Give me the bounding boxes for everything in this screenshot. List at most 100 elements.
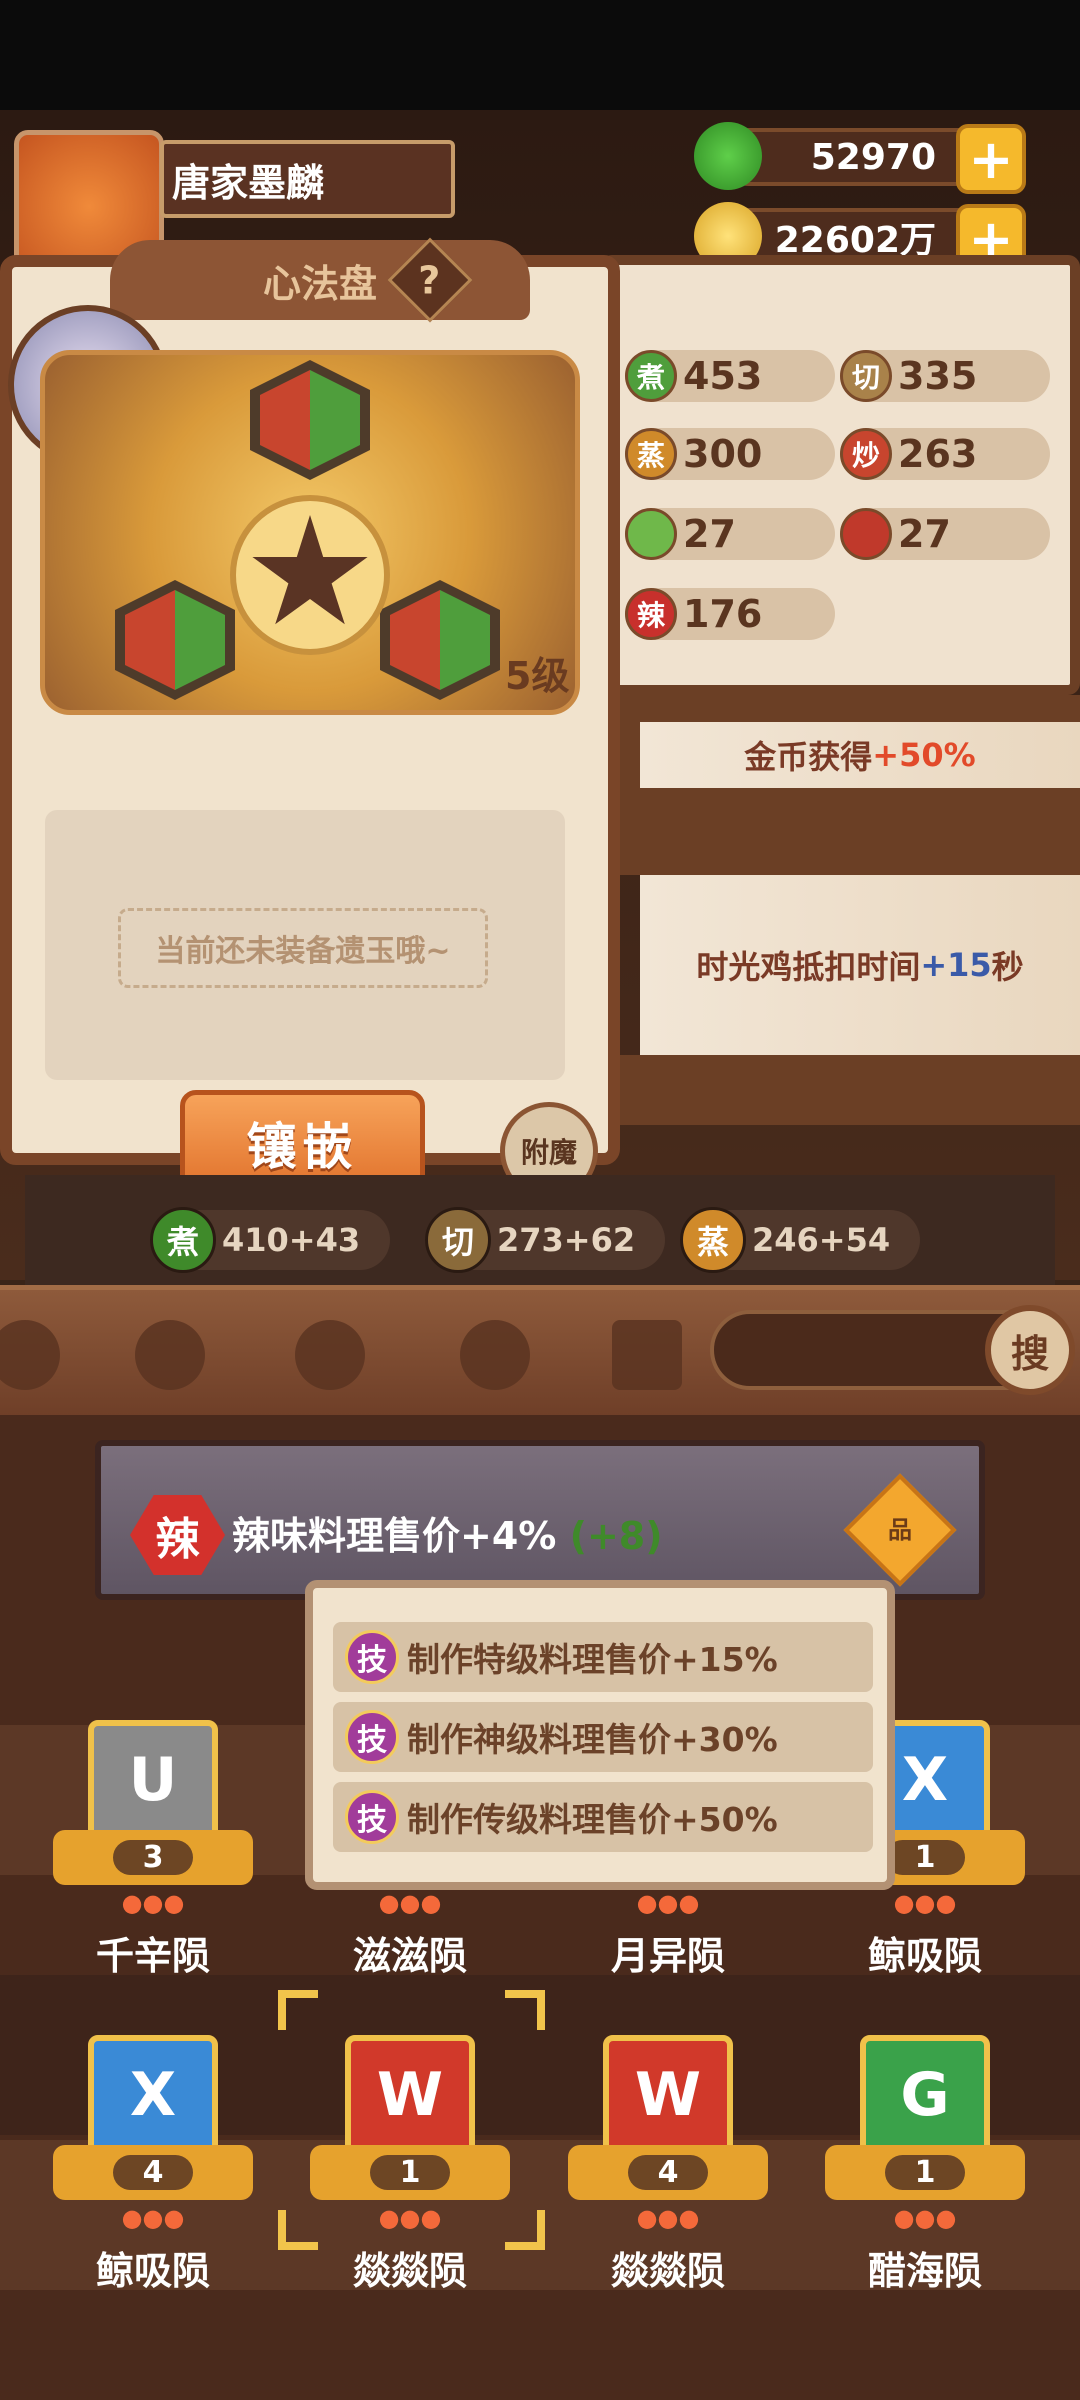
recipe-card-icon: U bbox=[88, 1720, 218, 1840]
stat-icon: 辣 bbox=[625, 588, 677, 640]
recipe-card-icon: X bbox=[88, 2035, 218, 2155]
bottom-stat-item: 煮 410+43 bbox=[150, 1207, 390, 1273]
gem-slot-right[interactable] bbox=[380, 580, 500, 700]
add-jade-button[interactable]: + bbox=[956, 124, 1026, 194]
selection-corner bbox=[278, 2210, 318, 2250]
bottom-stat-value: 246+54 bbox=[752, 1221, 891, 1259]
help-button[interactable]: ? bbox=[387, 237, 473, 323]
recipe-count: 1 bbox=[369, 2155, 451, 2190]
stat-value: 263 bbox=[898, 432, 978, 476]
jade-value: 52970 bbox=[810, 136, 936, 178]
flame-rating-icon: ●●● bbox=[121, 1889, 185, 1917]
coin-bonus-value: +50% bbox=[872, 736, 976, 774]
stat-item: 27 bbox=[840, 508, 1050, 560]
stat-item: 辣 176 bbox=[625, 588, 835, 640]
chicken-bonus-value: +15 bbox=[920, 946, 992, 984]
empty-hint: 当前还未装备遗玉哦~ bbox=[118, 908, 488, 988]
stat-item: 蒸 300 bbox=[625, 428, 835, 480]
stat-icon: 切 bbox=[840, 350, 892, 402]
recipe-base: 3 bbox=[53, 1830, 253, 1885]
player-name: 唐家墨麟 bbox=[160, 140, 455, 218]
bonus-band-bottom bbox=[600, 1055, 1080, 1125]
star-plus-icon bbox=[252, 515, 368, 625]
category-tab-4[interactable] bbox=[460, 1320, 530, 1390]
skill-icon: 技 bbox=[345, 1710, 399, 1764]
stat-icon: 煮 bbox=[625, 350, 677, 402]
flame-rating-icon: ●●● bbox=[378, 1889, 442, 1917]
recipe-count: 1 bbox=[884, 2155, 966, 2190]
stat-value: 453 bbox=[683, 354, 763, 398]
recipe-count: 3 bbox=[112, 1840, 194, 1875]
recipe-count: 4 bbox=[627, 2155, 709, 2190]
help-icon: ? bbox=[418, 258, 441, 303]
recipe-item[interactable]: W 4 ●●● 燚燚陨 bbox=[563, 2035, 773, 2295]
stat-item: 切 335 bbox=[840, 350, 1050, 402]
recipe-name: 醋海陨 bbox=[867, 2249, 982, 2293]
bottom-stat-item: 蒸 246+54 bbox=[680, 1207, 920, 1273]
recipe-item[interactable]: U 3 ●●● 千辛陨 bbox=[48, 1720, 258, 1980]
spicy-buff-bonus: (+8) bbox=[569, 1514, 663, 1558]
stat-value: 300 bbox=[683, 432, 763, 476]
gem-icon bbox=[390, 590, 490, 690]
recipe-name: 燚燚陨 bbox=[352, 2249, 467, 2293]
stat-icon: 炒 bbox=[840, 428, 892, 480]
recipe-name: 燚燚陨 bbox=[610, 2249, 725, 2293]
gem-slot-left[interactable] bbox=[115, 580, 235, 700]
chicken-bonus-banner: 时光鸡抵扣时间 +15 秒 bbox=[640, 875, 1080, 1055]
coin-bonus-label: 金币获得 bbox=[744, 738, 873, 776]
recipe-item[interactable]: G 1 ●●● 醋海陨 bbox=[820, 2035, 1030, 2295]
panel-header: 心法盘 ? bbox=[110, 237, 530, 323]
recipe-name: 千辛陨 bbox=[95, 1934, 210, 1978]
gem-icon bbox=[125, 590, 225, 690]
category-tab-3[interactable] bbox=[295, 1320, 365, 1390]
skill-bonus-text: 制作神级料理售价+30% bbox=[407, 1720, 778, 1759]
category-tab-2[interactable] bbox=[135, 1320, 205, 1390]
recipe-base: 1 bbox=[825, 2145, 1025, 2200]
jade-icon bbox=[694, 122, 762, 190]
gem-icon bbox=[260, 370, 360, 470]
bottom-stat-value: 410+43 bbox=[222, 1221, 361, 1259]
search-button[interactable]: 搜 bbox=[985, 1305, 1075, 1395]
skill-icon: 技 bbox=[345, 1790, 399, 1844]
center-star-slot[interactable] bbox=[230, 495, 390, 655]
stat-item: 27 bbox=[625, 508, 835, 560]
skill-bonus-item: 技制作特级料理售价+15% bbox=[333, 1622, 873, 1692]
flame-rating-icon: ●●● bbox=[636, 1889, 700, 1917]
recipe-count: 4 bbox=[112, 2155, 194, 2190]
recipe-base: 1 bbox=[310, 2145, 510, 2200]
stat-value: 176 bbox=[683, 592, 763, 636]
stat-item: 炒 263 bbox=[840, 428, 1050, 480]
recipe-card-icon: G bbox=[860, 2035, 990, 2155]
spicy-buff-label: 辣味料理售价+4% bbox=[232, 1514, 557, 1558]
skill-bonus-text: 制作传级料理售价+50% bbox=[407, 1800, 778, 1839]
quality-pin-label: 品 bbox=[888, 1516, 912, 1544]
panel-title: 心法盘 bbox=[262, 261, 377, 306]
selection-corner bbox=[505, 1990, 545, 2030]
recipe-name: 鲸吸陨 bbox=[867, 1934, 982, 1978]
selection-corner bbox=[505, 2210, 545, 2250]
recipe-name: 滋滋陨 bbox=[352, 1934, 467, 1978]
recipe-card-icon: W bbox=[603, 2035, 733, 2155]
home-category-tab[interactable] bbox=[612, 1320, 682, 1390]
chicken-bonus-unit: 秒 bbox=[991, 948, 1024, 986]
status-bar bbox=[0, 0, 1080, 110]
stat-icon bbox=[840, 508, 892, 560]
bottom-stat-icon: 切 bbox=[425, 1207, 491, 1273]
gem-slot-top[interactable] bbox=[250, 360, 370, 480]
stat-value: 27 bbox=[898, 512, 951, 556]
stat-value: 335 bbox=[898, 354, 978, 398]
bottom-stat-icon: 蒸 bbox=[680, 1207, 746, 1273]
coin-bonus-banner: 金币获得 +50% bbox=[640, 722, 1080, 788]
stat-value: 27 bbox=[683, 512, 736, 556]
flame-rating-icon: ●●● bbox=[893, 2204, 957, 2232]
recipe-base: 4 bbox=[568, 2145, 768, 2200]
flame-rating-icon: ●●● bbox=[121, 2204, 185, 2232]
recipe-count: 1 bbox=[884, 1840, 966, 1875]
flame-rating-icon: ●●● bbox=[893, 1889, 957, 1917]
recipe-name: 月异陨 bbox=[610, 1934, 725, 1978]
flame-rating-icon: ●●● bbox=[636, 2204, 700, 2232]
recipe-item[interactable]: W 1 ●●● 燚燚陨 bbox=[305, 2035, 515, 2295]
skill-bonus-text: 制作特级料理售价+15% bbox=[407, 1640, 778, 1679]
recipe-item[interactable]: X 4 ●●● 鲸吸陨 bbox=[48, 2035, 258, 2295]
bottom-stat-icon: 煮 bbox=[150, 1207, 216, 1273]
